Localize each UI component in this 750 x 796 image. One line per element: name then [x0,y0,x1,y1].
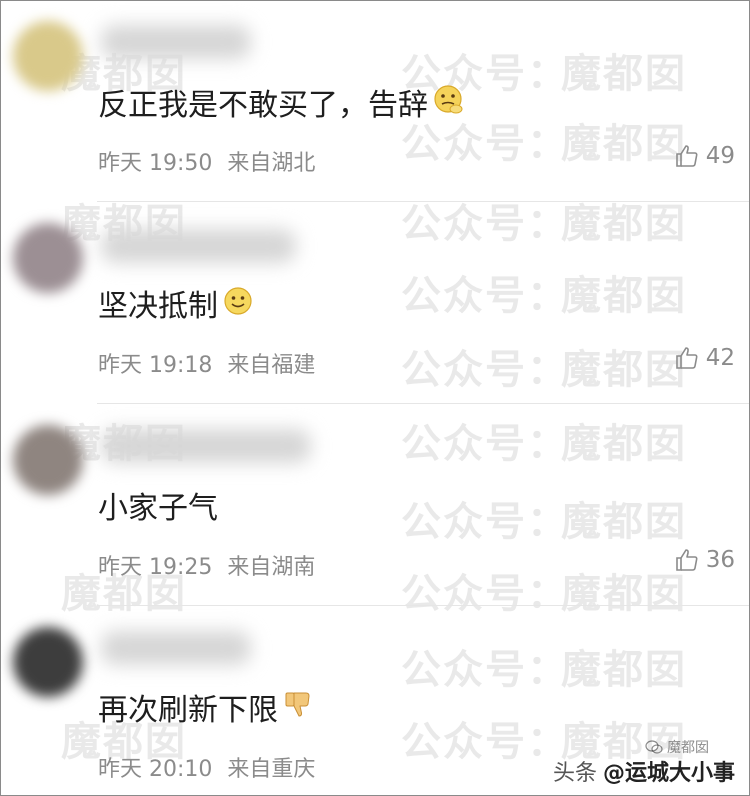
username-blurred[interactable] [101,229,296,263]
comment-meta: 昨天 19:18 来自福建 [98,347,315,379]
comment-list-screenshot: 魔都囡 公众号： 魔都囡 公众号： 魔都囡 魔都囡 公众号： 魔都囡 公众号： … [0,0,750,796]
source-handle: @运城大小事 [602,761,735,786]
thumbs-up-icon [675,549,698,571]
comment-time: 昨天 19:50 [98,151,213,176]
comment-location: 来自湖南 [227,555,316,580]
comment-location: 来自福建 [227,353,316,378]
comment-text: 再次刷新下限 [98,689,314,732]
like-count: 49 [705,143,735,169]
comment-item: 小家子气 昨天 19:25 来自湖南 36 [1,403,749,605]
avatar[interactable] [13,21,83,91]
comment-time: 昨天 19:18 [98,353,213,378]
comment-meta: 昨天 20:10 来自重庆 [98,751,315,783]
comment-divider [97,403,749,404]
comment-divider [97,605,749,606]
comment-meta: 昨天 19:50 来自湖北 [98,145,315,177]
comment-text: 坚决抵制 [98,285,254,328]
comment-time: 昨天 20:10 [98,757,213,782]
comment-item: 反正我是不敢买了，告辞 昨天 19:50 来自湖北 49 [1,1,749,203]
avatar[interactable] [13,223,83,293]
like-count: 36 [705,547,735,573]
wechat-icon [645,740,663,754]
comment-divider [97,201,749,202]
thumbs-up-icon [675,347,698,369]
comment-text: 反正我是不敢买了，告辞 [98,83,466,128]
thumbs-up-icon [675,145,698,167]
faint-watermark-tag: 魔都囡 [645,737,709,757]
comment-text-body: 坚决抵制 [98,288,218,324]
avatar[interactable] [13,627,83,697]
avatar[interactable] [13,425,83,495]
faint-watermark-text: 魔都囡 [667,740,709,756]
comment-text-body: 反正我是不敢买了，告辞 [98,87,428,123]
thumbs-down-icon [282,689,314,732]
comment-text-body: 小家子气 [98,491,218,526]
like-count: 42 [705,345,735,371]
like-button[interactable]: 42 [674,345,735,371]
source-platform: 头条 [552,761,597,786]
username-blurred[interactable] [101,25,251,59]
thinking-face-icon [432,83,466,128]
comment-location: 来自重庆 [227,757,316,782]
comment-meta: 昨天 19:25 来自湖南 [98,549,315,581]
comment-location: 来自湖北 [227,151,316,176]
like-button[interactable]: 36 [674,547,735,573]
smiling-face-icon [222,285,254,328]
like-button[interactable]: 49 [674,143,735,169]
comment-text-body: 再次刷新下限 [98,692,278,728]
comment-time: 昨天 19:25 [98,555,213,580]
username-blurred[interactable] [101,631,251,665]
comment-item: 坚决抵制 昨天 19:18 来自福建 42 [1,201,749,403]
comment-text: 小家子气 [98,489,218,529]
source-attribution: 头条 @运城大小事 [553,755,735,787]
username-blurred[interactable] [101,429,311,463]
